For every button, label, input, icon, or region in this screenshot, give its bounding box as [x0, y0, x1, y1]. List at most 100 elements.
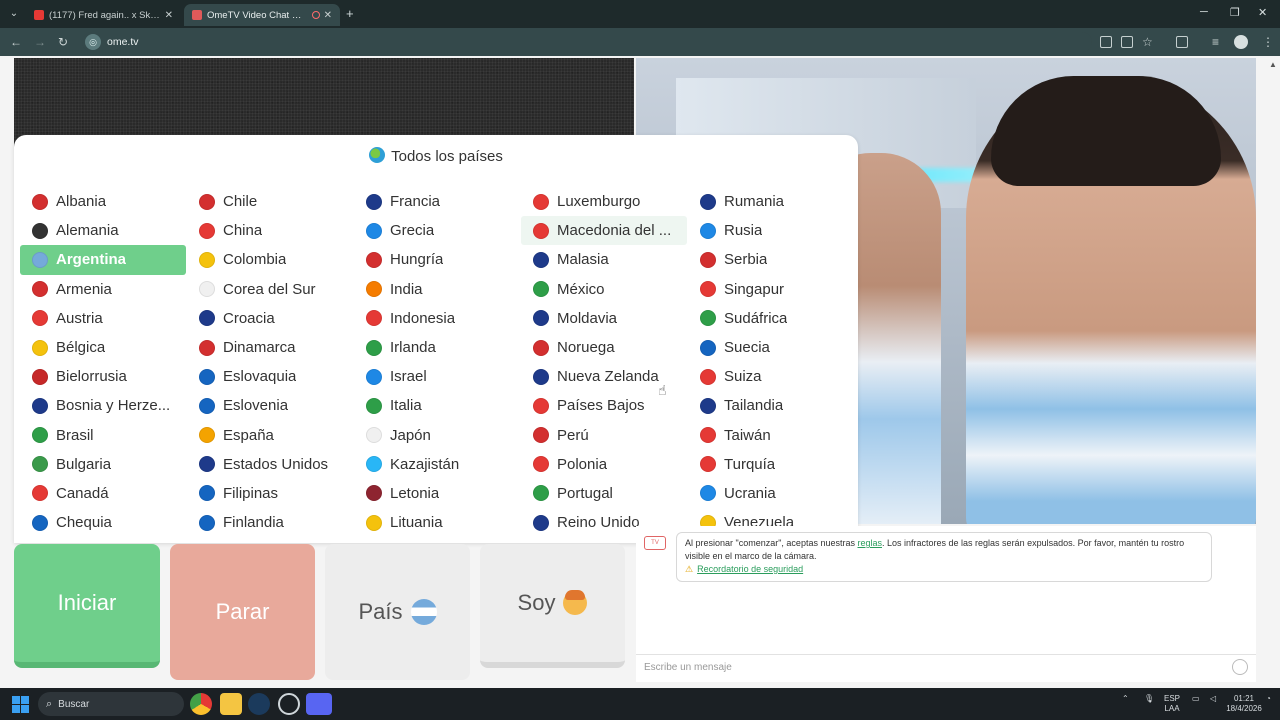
country-option[interactable]: Israel [354, 362, 520, 391]
microphone-icon[interactable]: 🎙 [1144, 694, 1154, 704]
country-option[interactable]: Estados Unidos [187, 450, 353, 479]
country-option[interactable]: Indonesia [354, 304, 520, 333]
country-option[interactable]: Colombia [187, 245, 353, 274]
country-option[interactable]: Bielorrusia [20, 362, 186, 391]
reload-icon[interactable]: ↻ [58, 35, 68, 49]
country-option[interactable]: Grecia [354, 216, 520, 245]
country-option[interactable]: Rumania [688, 187, 854, 216]
gender-button[interactable]: Soy [480, 544, 625, 668]
country-option[interactable]: Rusia [688, 216, 854, 245]
site-info-icon[interactable]: ◎ [85, 34, 101, 50]
country-option[interactable]: Armenia [20, 275, 186, 304]
country-option[interactable]: Macedonia del ... [521, 216, 687, 246]
country-option[interactable]: Moldavia [521, 304, 687, 333]
steam-icon[interactable] [248, 693, 270, 715]
rules-link[interactable]: reglas [857, 538, 882, 548]
bookmark-star-icon[interactable]: ☆ [1142, 35, 1153, 49]
country-option[interactable]: India [354, 275, 520, 304]
close-window-button[interactable]: ✕ [1258, 6, 1267, 19]
page-scrollbar[interactable]: ▲ [1266, 56, 1280, 688]
country-option[interactable]: Corea del Sur [187, 275, 353, 304]
country-option[interactable]: Italia [354, 391, 520, 420]
menu-list-icon[interactable]: ≡ [1212, 35, 1219, 49]
new-tab-button[interactable]: + [346, 6, 354, 21]
tab-search-icon[interactable]: ⌄ [6, 6, 22, 22]
country-option[interactable]: Malasia [521, 245, 687, 274]
country-option[interactable]: Polonia [521, 450, 687, 479]
more-menu-icon[interactable]: ⋮ [1262, 35, 1274, 49]
country-option[interactable]: Luxemburgo [521, 187, 687, 216]
country-button[interactable]: País [325, 544, 470, 680]
cast-icon[interactable] [1121, 36, 1133, 48]
taskbar-search[interactable]: ⌕ Buscar [38, 692, 184, 716]
country-option[interactable]: Bosnia y Herze... [20, 391, 186, 420]
maximize-button[interactable]: ❐ [1230, 6, 1240, 19]
country-option[interactable]: Alemania [20, 216, 186, 245]
discord-icon[interactable] [306, 693, 332, 715]
country-option[interactable]: Eslovaquia [187, 362, 353, 391]
obs-icon[interactable] [278, 693, 300, 715]
country-option[interactable]: Taiwán [688, 421, 854, 450]
country-option[interactable]: Perú [521, 421, 687, 450]
translate-icon[interactable] [1100, 36, 1112, 48]
keyboard-language[interactable]: ESP LAA [1164, 694, 1180, 714]
country-option[interactable]: España [187, 421, 353, 450]
profile-avatar[interactable] [1234, 35, 1248, 49]
country-option[interactable]: Sudáfrica [688, 304, 854, 333]
country-option[interactable]: Hungría [354, 245, 520, 274]
country-option[interactable]: Suecia [688, 333, 854, 362]
country-option[interactable]: Brasil [20, 421, 186, 450]
stop-button[interactable]: Parar [170, 544, 315, 680]
country-option[interactable]: Letonia [354, 479, 520, 508]
country-option[interactable]: Ucrania [688, 479, 854, 508]
country-option[interactable]: Chequia [20, 508, 186, 537]
country-option[interactable]: Japón [354, 421, 520, 450]
country-option[interactable]: Dinamarca [187, 333, 353, 362]
back-icon[interactable]: ← [10, 35, 22, 49]
close-tab-icon[interactable]: ✕ [165, 10, 173, 21]
minimize-button[interactable]: ─ [1200, 6, 1208, 18]
safety-reminder-link[interactable]: Recordatorio de seguridad [697, 564, 803, 574]
start-button[interactable]: Iniciar [14, 544, 160, 668]
country-option[interactable]: Croacia [187, 304, 353, 333]
country-option[interactable]: Lituania [354, 508, 520, 537]
country-option[interactable]: Argentina [20, 245, 186, 275]
country-option[interactable]: Eslovenia [187, 391, 353, 420]
message-input[interactable]: Escribe un mensaje [636, 654, 1256, 680]
clock[interactable]: 01:21 18/4/2026 [1226, 694, 1262, 714]
country-option[interactable]: Tailandia [688, 391, 854, 420]
chrome-icon[interactable] [190, 693, 212, 715]
country-option[interactable]: México [521, 275, 687, 304]
tab-ometv[interactable]: OmeTV Video Chat — Ome ✕ [184, 4, 340, 26]
extensions-icon[interactable] [1176, 36, 1188, 48]
country-option[interactable]: Albania [20, 187, 186, 216]
scroll-up-icon[interactable]: ▲ [1269, 60, 1277, 69]
country-option[interactable]: Singapur [688, 275, 854, 304]
volume-icon[interactable]: ◁ [1210, 694, 1216, 704]
country-option[interactable]: Turquía [688, 450, 854, 479]
forward-icon[interactable]: → [34, 35, 46, 49]
country-option[interactable]: Kazajistán [354, 450, 520, 479]
country-option[interactable]: Francia [354, 187, 520, 216]
country-option[interactable]: Filipinas [187, 479, 353, 508]
country-option[interactable]: Irlanda [354, 333, 520, 362]
country-option[interactable]: Serbia [688, 245, 854, 274]
country-option[interactable]: China [187, 216, 353, 245]
country-option[interactable]: Noruega [521, 333, 687, 362]
emoji-icon[interactable] [1232, 659, 1248, 675]
tray-chevron-icon[interactable]: ⌃ [1122, 694, 1129, 704]
country-option[interactable]: Canadá [20, 479, 186, 508]
all-countries-option[interactable]: Todos los países [14, 147, 858, 165]
close-tab-icon[interactable]: ✕ [324, 10, 332, 21]
country-option[interactable]: Portugal [521, 479, 687, 508]
notification-bell-icon[interactable]: ◔ [1266, 694, 1271, 704]
country-option[interactable]: Chile [187, 187, 353, 216]
network-icon[interactable]: ▭ [1192, 694, 1200, 704]
address-bar[interactable]: ◎ ome.tv [82, 32, 1092, 52]
start-menu-icon[interactable] [12, 696, 29, 713]
country-option[interactable]: Suiza [688, 362, 854, 391]
file-explorer-icon[interactable] [220, 693, 242, 715]
country-option[interactable]: Bélgica [20, 333, 186, 362]
tab-youtube[interactable]: (1177) Fred again.. x Skrillex - B ✕ [26, 4, 181, 26]
country-option[interactable]: Finlandia [187, 508, 353, 537]
